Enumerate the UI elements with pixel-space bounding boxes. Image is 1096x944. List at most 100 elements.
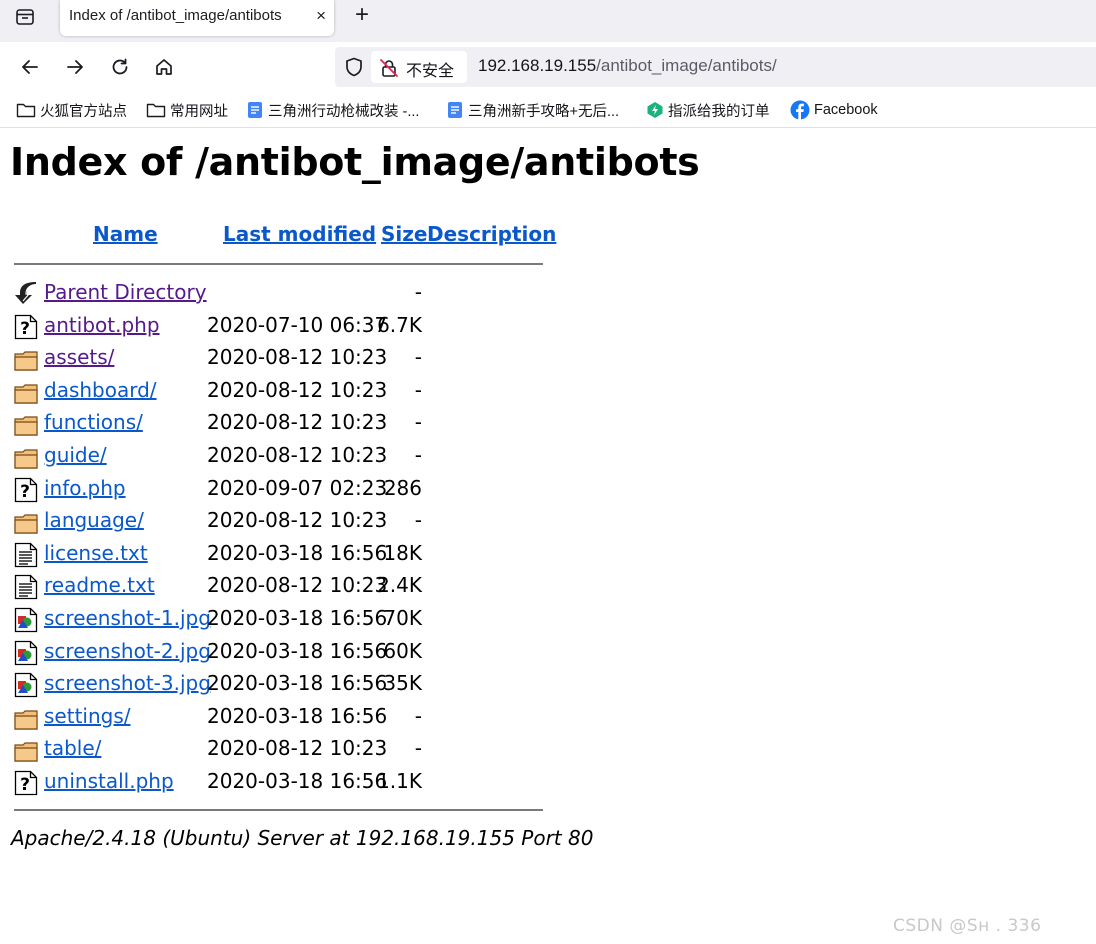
image-file-icon[interactable] xyxy=(14,607,38,633)
bookmark-delta-force-mods[interactable]: 三角洲行动枪械改装 -... xyxy=(246,99,419,121)
facebook-icon xyxy=(790,100,810,120)
sort-by-name-link[interactable]: Name xyxy=(93,222,158,246)
file-link[interactable]: settings/ xyxy=(44,704,131,728)
folder-file-icon[interactable] xyxy=(14,346,38,372)
file-link[interactable]: dashboard/ xyxy=(44,378,157,402)
doc-icon xyxy=(448,102,462,118)
page-title: Index of /antibot_image/antibots xyxy=(10,140,700,184)
image-file-icon[interactable] xyxy=(14,672,38,698)
table-row: Parent Directory - xyxy=(0,278,600,310)
size-cell: - xyxy=(414,345,422,370)
file-link[interactable]: info.php xyxy=(44,476,126,500)
tab-close-icon[interactable]: × xyxy=(316,6,326,26)
unknown-file-icon[interactable]: ? xyxy=(14,770,38,796)
bookmark-my-orders[interactable]: 指派给我的订单 xyxy=(646,99,770,121)
table-row: dashboard/2020-08-12 10:23- xyxy=(0,376,600,408)
bookmark-facebook[interactable]: Facebook xyxy=(790,99,878,121)
security-status-label: 不安全 xyxy=(406,63,455,80)
reload-button[interactable] xyxy=(108,55,132,79)
size-cell: - xyxy=(414,280,422,304)
server-signature: Apache/2.4.18 (Ubuntu) Server at 192.168… xyxy=(11,826,594,850)
tab-strip: Index of /antibot_image/antibots × + xyxy=(0,0,1096,42)
size-cell: 1.1K xyxy=(377,769,422,793)
back-button[interactable] xyxy=(18,55,42,79)
table-row: ? antibot.php 2020-07-10 06:37 6.7K xyxy=(0,311,600,343)
folder-file-icon[interactable] xyxy=(14,737,38,763)
folder-file-icon[interactable] xyxy=(14,379,38,405)
url-text[interactable]: 192.168.19.155/antibot_image/antibots/ xyxy=(478,56,777,76)
bookmark-common-sites[interactable]: 常用网址 xyxy=(146,99,228,121)
file-link[interactable]: guide/ xyxy=(44,443,107,467)
file-link[interactable]: readme.txt xyxy=(44,573,155,597)
url-host: 192.168.19.155 xyxy=(478,56,597,75)
table-row: language/2020-08-12 10:23- xyxy=(0,506,600,538)
url-bar[interactable]: 不安全 192.168.19.155/antibot_image/antibot… xyxy=(335,47,1096,87)
tab-overview-icon[interactable] xyxy=(13,5,37,29)
bookmark-firefox-official[interactable]: 火狐官方站点 xyxy=(16,99,127,121)
table-row: ? info.php 2020-09-07 02:23 286 xyxy=(0,474,600,506)
size-cell: 2.4K xyxy=(377,573,422,598)
home-icon xyxy=(156,59,172,75)
folder-file-icon[interactable] xyxy=(14,411,38,437)
sort-by-last-modified-link[interactable]: Last modified xyxy=(223,222,376,246)
file-link[interactable]: screenshot-3.jpg xyxy=(44,671,211,695)
insecure-lock-icon xyxy=(380,59,398,77)
bookmark-label: 常用网址 xyxy=(170,103,228,120)
text-file-icon[interactable] xyxy=(14,542,38,568)
unknown-file-icon[interactable]: ? xyxy=(14,477,38,503)
file-link[interactable]: assets/ xyxy=(44,345,114,369)
svg-text:?: ? xyxy=(20,775,30,795)
footer-divider xyxy=(14,809,543,811)
forward-button[interactable] xyxy=(63,55,87,79)
table-row: table/2020-08-12 10:23- xyxy=(0,734,600,766)
tracking-shield-icon[interactable] xyxy=(343,56,365,78)
url-path: /antibot_image/antibots/ xyxy=(596,56,777,75)
folder-file-icon[interactable] xyxy=(14,509,38,535)
tab-title: Index of /antibot_image/antibots xyxy=(69,7,282,24)
file-link[interactable]: screenshot-2.jpg xyxy=(44,639,211,663)
sort-by-size-link[interactable]: Size xyxy=(381,222,427,246)
folder-file-icon[interactable] xyxy=(14,444,38,470)
file-link[interactable]: antibot.php xyxy=(44,313,160,337)
folder-icon xyxy=(16,103,36,118)
text-file-icon[interactable] xyxy=(14,574,38,600)
home-button[interactable] xyxy=(152,55,176,79)
bookmark-label: 指派给我的订单 xyxy=(668,103,770,120)
table-row: guide/2020-08-12 10:23- xyxy=(0,441,600,473)
size-cell: - xyxy=(414,443,422,467)
file-link[interactable]: table/ xyxy=(44,736,101,760)
file-link[interactable]: language/ xyxy=(44,508,144,532)
arrow-left-icon xyxy=(22,60,38,74)
table-row: screenshot-2.jpg 2020-03-18 16:56 60K xyxy=(0,637,600,669)
file-link[interactable]: screenshot-1.jpg xyxy=(44,606,211,630)
bookmark-delta-force-guide[interactable]: 三角洲新手攻略+无后... xyxy=(446,99,619,121)
table-row: screenshot-1.jpg 2020-03-18 16:56 70K xyxy=(0,604,600,636)
table-row: readme.txt 2020-08-12 10:23 2.4K xyxy=(0,571,600,603)
sort-by-description-link[interactable]: Description xyxy=(427,222,556,246)
table-row: settings/2020-03-18 16:56- xyxy=(0,702,600,734)
site-security-button[interactable]: 不安全 xyxy=(371,51,467,83)
size-cell: 6.7K xyxy=(377,312,422,337)
size-cell: 35K xyxy=(383,671,422,696)
watermark: CSDN @Sʜ . 336 xyxy=(893,916,1042,936)
image-file-icon[interactable] xyxy=(14,640,38,666)
unknown-file-icon[interactable]: ? xyxy=(14,314,38,340)
file-link[interactable]: functions/ xyxy=(44,410,143,434)
table-row: functions/2020-08-12 10:23- xyxy=(0,408,600,440)
back-file-icon[interactable] xyxy=(14,281,38,307)
active-tab[interactable]: Index of /antibot_image/antibots × xyxy=(60,0,334,36)
file-link[interactable]: uninstall.php xyxy=(44,769,174,793)
page-content: Index of /antibot_image/antibots Name La… xyxy=(0,128,1096,944)
size-cell: - xyxy=(414,736,422,761)
navigation-toolbar: 不安全 192.168.19.155/antibot_image/antibot… xyxy=(0,42,1096,92)
bookmark-label: 三角洲行动枪械改装 -... xyxy=(268,103,420,120)
file-link[interactable]: license.txt xyxy=(44,541,148,565)
header-divider xyxy=(14,263,543,265)
size-cell: - xyxy=(414,508,422,533)
file-link[interactable]: Parent Directory xyxy=(44,280,207,304)
folder-file-icon[interactable] xyxy=(14,705,38,731)
bookmarks-toolbar: 火狐官方站点 常用网址 三角洲行动枪械改装 -... 三角洲新手攻略+无后...… xyxy=(0,92,1096,128)
new-tab-button[interactable]: + xyxy=(350,3,374,27)
size-cell: - xyxy=(414,377,422,402)
table-row: assets/2020-08-12 10:23- xyxy=(0,343,600,375)
